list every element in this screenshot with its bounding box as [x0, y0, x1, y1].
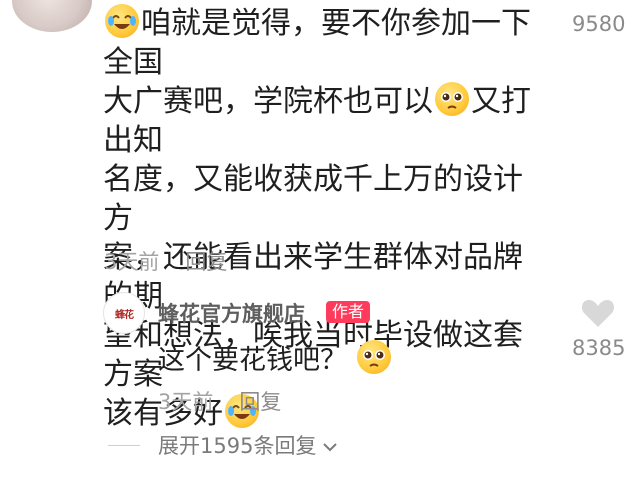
reply-text: 这个要花钱吧？ — [158, 338, 393, 377]
reply-reply-button[interactable]: 回复 — [239, 390, 281, 414]
brand-logo-text: 蜂花 — [115, 309, 134, 321]
heart-icon[interactable] — [581, 298, 615, 332]
chevron-down-icon — [322, 433, 338, 457]
expand-replies-button[interactable]: 展开1595条回复 — [158, 430, 338, 460]
reply-meta: 3天前 回复 — [158, 386, 281, 416]
comment-reply-button[interactable]: 回复 — [185, 250, 227, 274]
pleading-emoji-icon — [357, 340, 391, 374]
reply-like-count: 8385 — [572, 336, 626, 360]
commenter-avatar[interactable] — [12, 0, 92, 32]
reply-time: 3天前 — [158, 390, 214, 414]
brand-avatar[interactable]: 蜂花 — [103, 292, 145, 334]
divider — [108, 445, 140, 446]
comment-time: 3天前 — [104, 250, 160, 274]
comment-meta: 3天前 回复 — [104, 246, 227, 276]
expand-replies-label: 展开1595条回复 — [158, 434, 317, 458]
comment-like-count: 9580 — [572, 12, 626, 36]
laugh-cry-emoji-icon — [105, 4, 139, 38]
reply-author-name[interactable]: 蜂花官方旗舰店 — [158, 298, 305, 328]
author-badge: 作者 — [326, 301, 371, 323]
pleading-emoji-icon — [435, 82, 469, 116]
